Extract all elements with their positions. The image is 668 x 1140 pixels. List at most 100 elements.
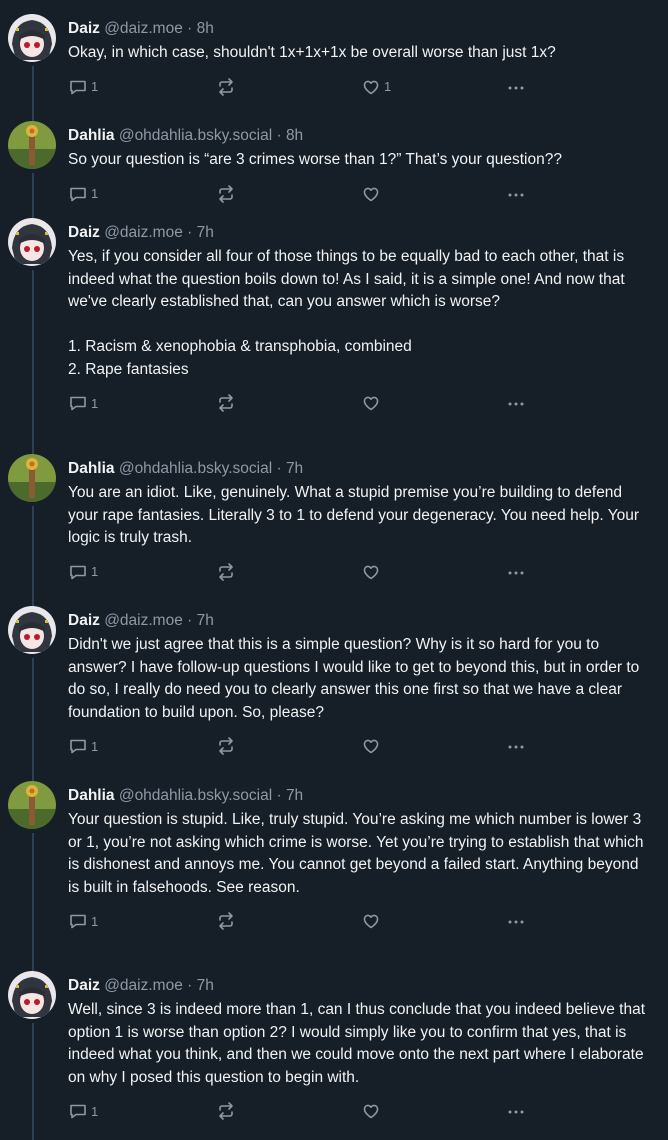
post-text: Didn't we just agree that this is a simp… <box>68 636 644 721</box>
post-time[interactable]: 7h <box>197 612 214 629</box>
author-name[interactable]: Daiz <box>68 20 100 37</box>
post[interactable]: Daiz @daiz.moe · 7h Well, since 3 is ind… <box>0 957 668 1140</box>
thread-line <box>32 592 34 606</box>
author-name[interactable]: Daiz <box>68 977 100 994</box>
thread-line <box>32 957 34 971</box>
repost-button[interactable] <box>216 77 236 97</box>
author-name[interactable]: Dahlia <box>68 460 115 477</box>
thread-line <box>32 658 34 767</box>
post-header: Daiz @daiz.moe · 7h <box>68 975 648 997</box>
post-header: Daiz @daiz.moe · 7h <box>68 222 648 244</box>
like-button[interactable] <box>361 562 384 582</box>
more-button[interactable] <box>506 184 526 204</box>
post[interactable]: Daiz @daiz.moe · 7h Didn't we just agree… <box>0 592 668 767</box>
thread-line <box>32 66 34 107</box>
repost-icon <box>219 562 233 581</box>
daiz-avatar-icon <box>8 606 56 654</box>
repost-button[interactable] <box>216 562 236 582</box>
post-time[interactable]: 7h <box>197 977 214 994</box>
heart-icon <box>363 187 379 201</box>
reply-button[interactable]: 1 <box>68 77 98 97</box>
post[interactable]: Dahlia @ohdahlia.bsky.social · 7h You ar… <box>0 440 668 592</box>
reply-button[interactable]: 1 <box>68 393 98 413</box>
post[interactable]: Dahlia @ohdahlia.bsky.social · 7h Your q… <box>0 767 668 957</box>
post-time[interactable]: 8h <box>286 127 303 144</box>
author-handle[interactable]: @daiz.moe <box>104 20 183 37</box>
avatar[interactable] <box>8 121 56 169</box>
separator: · <box>187 977 193 994</box>
more-icon <box>508 402 524 406</box>
post-text: You are an idiot. Like, genuinely. What … <box>68 484 644 546</box>
reply-count: 1 <box>91 186 99 201</box>
more-button[interactable] <box>506 77 526 97</box>
more-button[interactable] <box>506 1101 526 1121</box>
post-time[interactable]: 8h <box>197 20 214 37</box>
reply-button[interactable]: 1 <box>68 562 98 582</box>
avatar[interactable] <box>8 454 56 502</box>
post-text: Your question is stupid. Like, truly stu… <box>68 811 648 896</box>
author-name[interactable]: Daiz <box>68 612 100 629</box>
like-button[interactable] <box>361 911 384 931</box>
post-time[interactable]: 7h <box>286 460 303 477</box>
post[interactable]: Daiz @daiz.moe · 7h Yes, if you consider… <box>0 204 668 440</box>
reply-button[interactable]: 1 <box>68 736 98 756</box>
like-button[interactable] <box>361 184 384 204</box>
author-name[interactable]: Dahlia <box>68 127 115 144</box>
reply-button[interactable]: 1 <box>68 1101 98 1121</box>
avatar[interactable] <box>8 971 56 1019</box>
reply-count: 1 <box>91 395 99 411</box>
more-icon <box>508 920 524 924</box>
heart-icon <box>363 80 379 94</box>
post-actions: 1 <box>68 1101 648 1123</box>
more-button[interactable] <box>506 736 526 756</box>
more-button[interactable] <box>506 911 526 931</box>
author-name[interactable]: Daiz <box>68 224 100 241</box>
reply-button[interactable]: 1 <box>68 911 98 931</box>
post-actions: 1 1 <box>68 77 648 99</box>
avatar[interactable] <box>8 218 56 266</box>
heart-icon <box>363 914 379 929</box>
thread-line <box>32 767 34 781</box>
author-handle[interactable]: @ohdahlia.bsky.social <box>119 127 272 144</box>
author-handle[interactable]: @daiz.moe <box>104 977 183 994</box>
avatar[interactable] <box>8 14 56 62</box>
post-text: Well, since 3 is indeed more than 1, can… <box>68 1001 650 1086</box>
repost-button[interactable] <box>216 393 236 413</box>
avatar[interactable] <box>8 606 56 654</box>
post[interactable]: Dahlia @ohdahlia.bsky.social · 8h So you… <box>0 107 668 204</box>
like-button[interactable] <box>361 736 384 756</box>
like-button[interactable]: 1 <box>361 77 391 97</box>
reply-icon <box>70 80 86 94</box>
author-handle[interactable]: @daiz.moe <box>104 612 183 629</box>
author-name[interactable]: Dahlia <box>68 787 115 804</box>
post[interactable]: Daiz @daiz.moe · 8h Okay, in which case,… <box>0 0 668 107</box>
avatar[interactable] <box>8 781 56 829</box>
post-actions: 1 <box>68 393 648 415</box>
post-text: Yes, if you consider all four of those t… <box>68 248 625 378</box>
reply-button[interactable]: 1 <box>68 184 98 204</box>
author-handle[interactable]: @daiz.moe <box>104 224 183 241</box>
daiz-avatar-icon <box>8 218 56 266</box>
reply-icon <box>70 1104 86 1119</box>
like-button[interactable] <box>361 393 384 413</box>
dahlia-avatar-icon <box>8 121 56 169</box>
reply-icon <box>70 187 86 201</box>
repost-button[interactable] <box>216 1101 236 1121</box>
post-header: Daiz @daiz.moe · 7h <box>68 610 648 632</box>
repost-button[interactable] <box>216 184 236 204</box>
like-button[interactable] <box>361 1101 384 1121</box>
post-time[interactable]: 7h <box>197 224 214 241</box>
repost-icon <box>219 737 233 755</box>
separator: · <box>276 127 282 144</box>
author-handle[interactable]: @ohdahlia.bsky.social <box>119 787 272 804</box>
more-button[interactable] <box>506 393 526 413</box>
reply-icon <box>70 914 86 929</box>
author-handle[interactable]: @ohdahlia.bsky.social <box>119 460 272 477</box>
post-text: Okay, in which case, shouldn't 1x+1x+1x … <box>68 44 556 61</box>
repost-button[interactable] <box>216 911 236 931</box>
post-time[interactable]: 7h <box>286 787 303 804</box>
reply-icon <box>70 396 86 411</box>
repost-button[interactable] <box>216 736 236 756</box>
repost-icon <box>219 912 233 930</box>
more-button[interactable] <box>506 562 526 582</box>
